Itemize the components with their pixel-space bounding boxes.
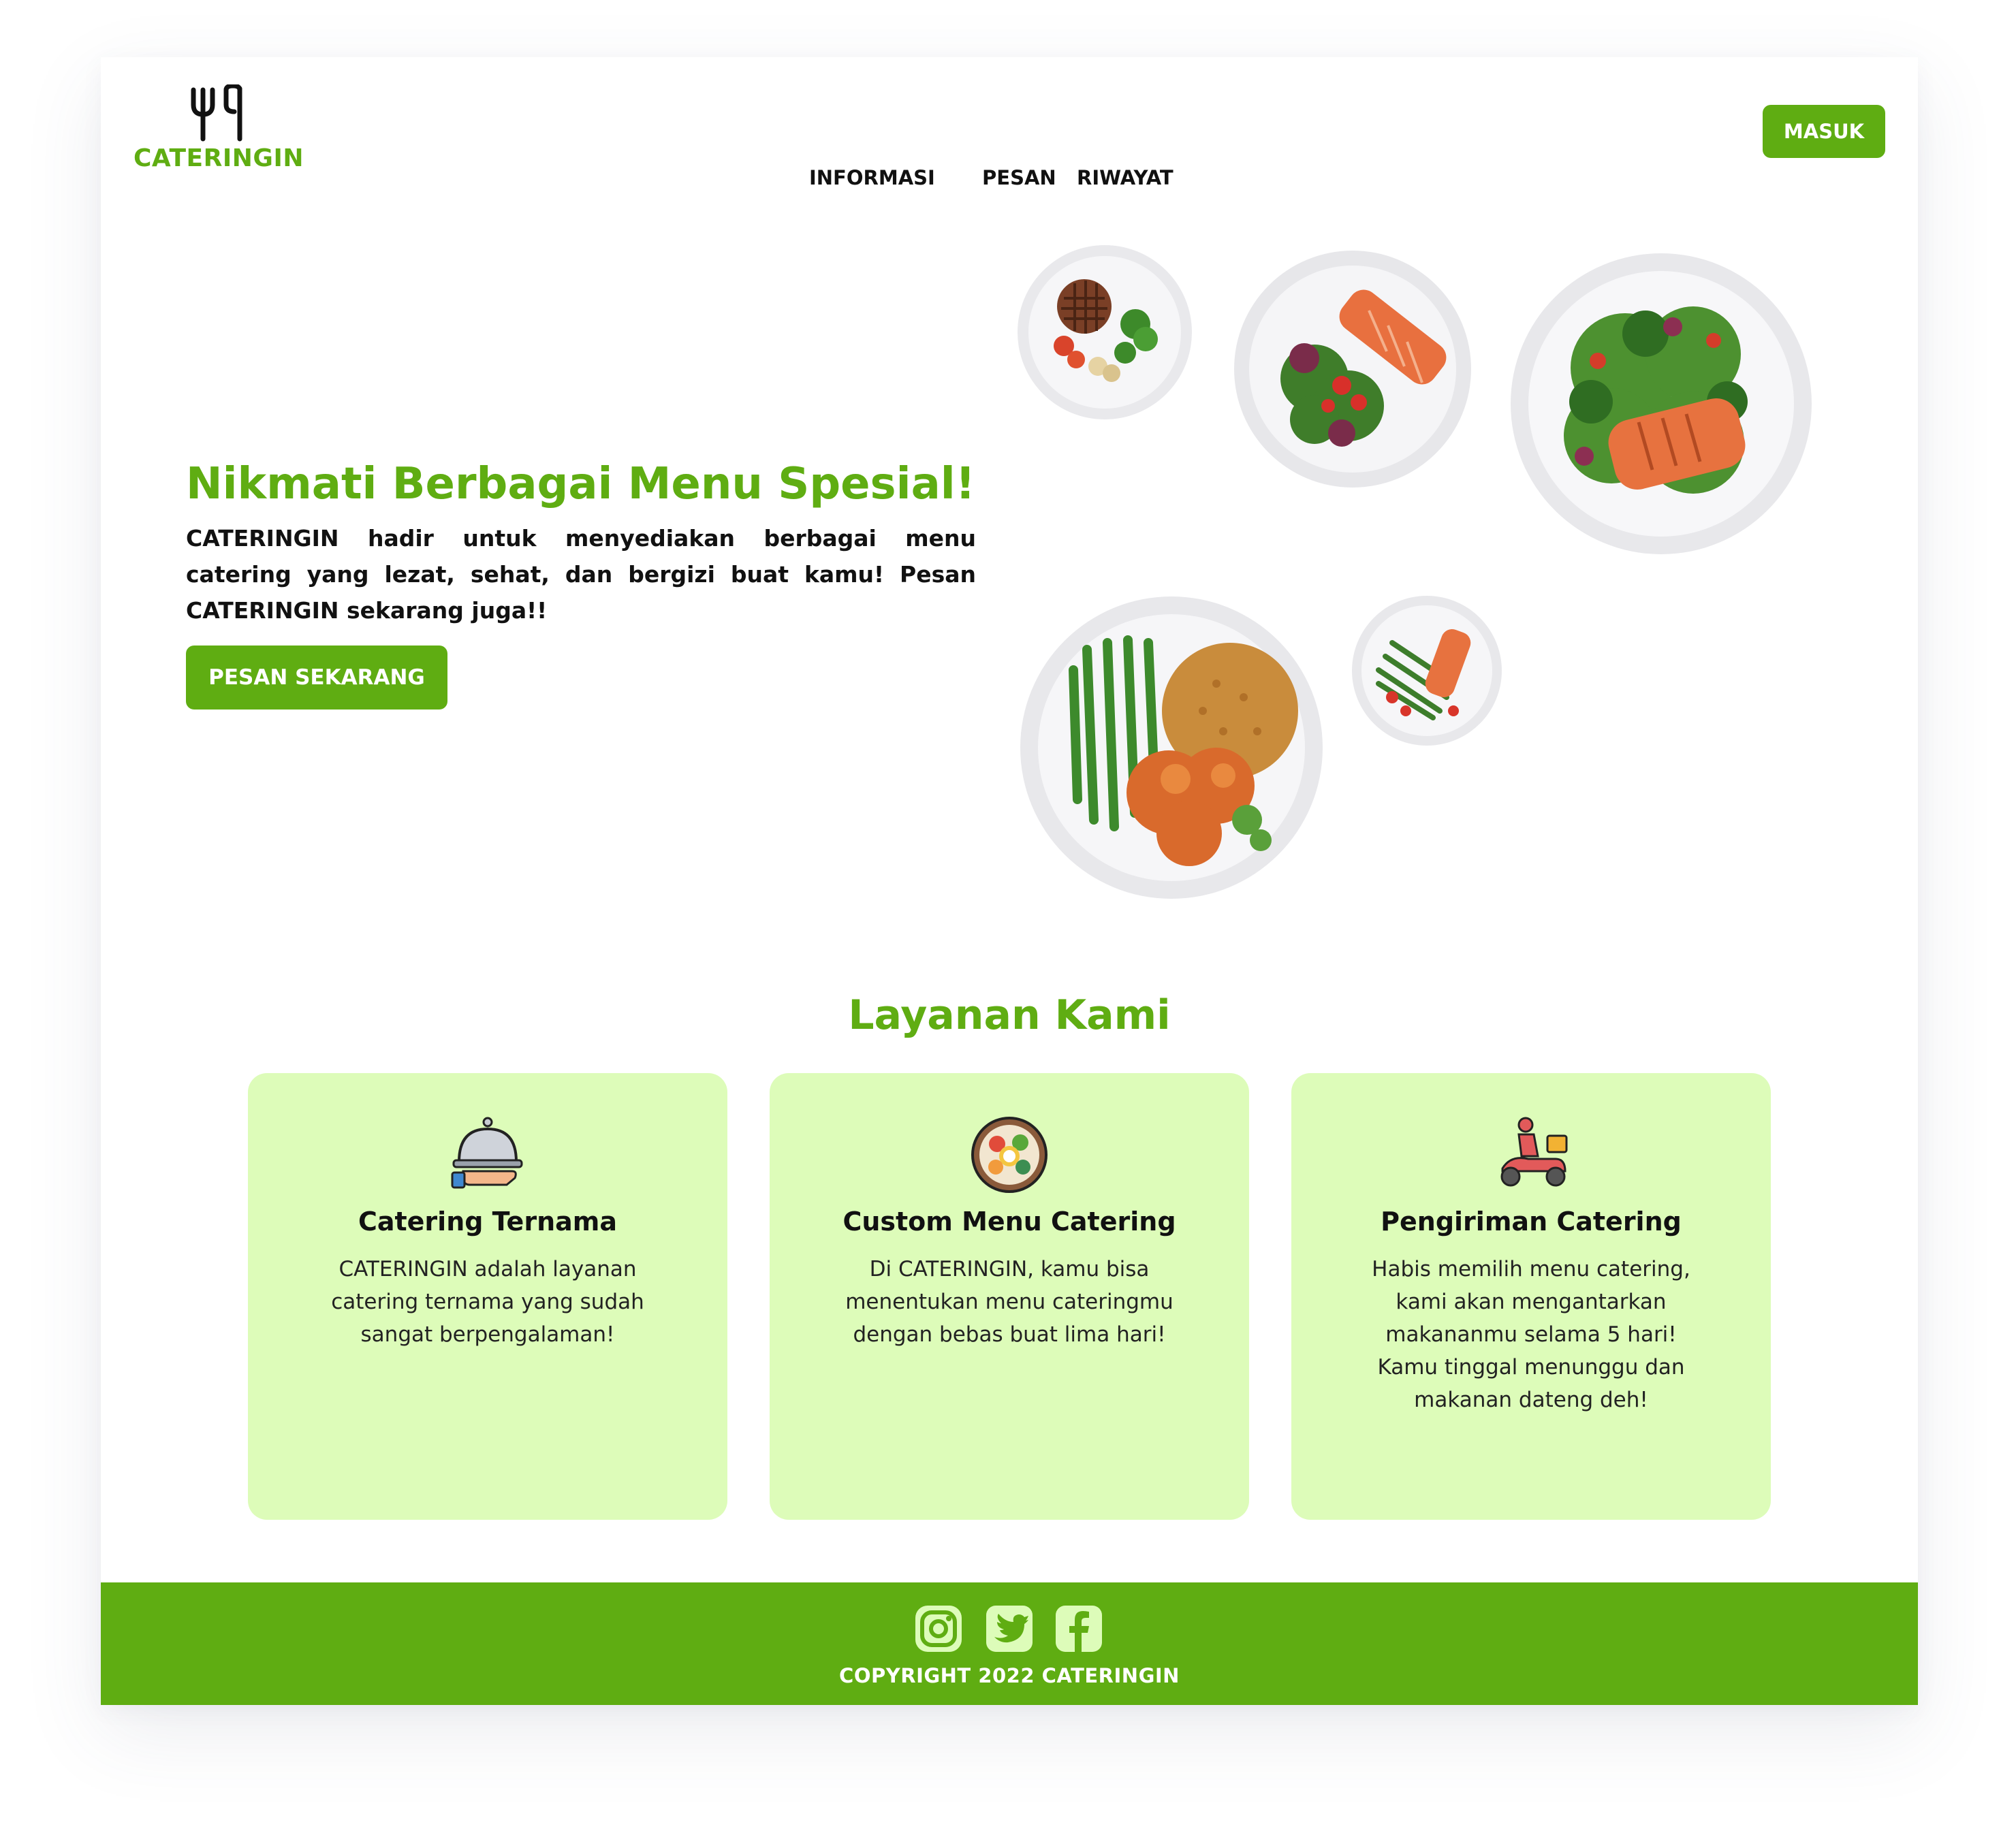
order-now-button[interactable]: PESAN SEKARANG [186,645,447,710]
steak-plate-image [1016,244,1193,421]
service-description: CATERINGIN adalah layanan catering terna… [331,1257,644,1347]
salmon-asparagus-plate-image [1351,595,1502,746]
service-title: Custom Menu Catering [842,1207,1176,1237]
instagram-icon[interactable] [914,1604,963,1653]
footer: COPYRIGHT 2022 CATERINGIN [101,1582,1918,1705]
service-card-pengiriman: Pengiriman Catering Habis memilih menu c… [1291,1073,1771,1520]
service-card-custom-menu: Custom Menu Catering Di CATERINGIN, kamu… [770,1073,1249,1520]
serving-cloche-icon [451,1117,523,1189]
salmon-salad-plate-image [1233,249,1472,489]
salmon-greens-plate-image [1509,252,1813,556]
chicken-rice-beans-plate-image [1019,595,1324,900]
hero-description: CATERINGIN hadir untuk menyediakan berba… [186,525,976,624]
nav-informasi[interactable]: INFORMASI [809,166,935,189]
service-title: Catering Ternama [358,1207,618,1237]
logo[interactable]: CATERINGIN [133,84,304,187]
nav-riwayat[interactable]: RIWAYAT [1077,166,1174,189]
delivery-scooter-icon [1500,1117,1568,1187]
hero-title: Nikmati Berbagai Menu Spesial! [186,459,975,509]
food-bowl-icon [971,1117,1048,1193]
fork-and-spoon-icon [191,84,242,142]
twitter-icon[interactable] [985,1604,1034,1653]
brand-name: CATERINGIN [133,144,304,172]
service-description: Di CATERINGIN, kamu bisa menentukan menu… [845,1257,1174,1347]
service-description: Habis memilih menu catering, kami akan m… [1372,1257,1690,1412]
services-title: Layanan Kami [848,991,1171,1039]
service-card-catering-ternama: Catering Ternama CATERINGIN adalah layan… [248,1073,727,1520]
service-title: Pengiriman Catering [1381,1207,1682,1237]
nav-pesan[interactable]: PESAN [982,166,1056,189]
page: CATERINGIN INFORMASI PESAN RIWAYAT MASUK… [101,57,1918,1705]
copyright-text: COPYRIGHT 2022 CATERINGIN [839,1664,1180,1687]
login-button[interactable]: MASUK [1763,105,1885,158]
facebook-icon[interactable] [1054,1604,1103,1653]
main-nav: INFORMASI PESAN RIWAYAT [809,166,1300,207]
